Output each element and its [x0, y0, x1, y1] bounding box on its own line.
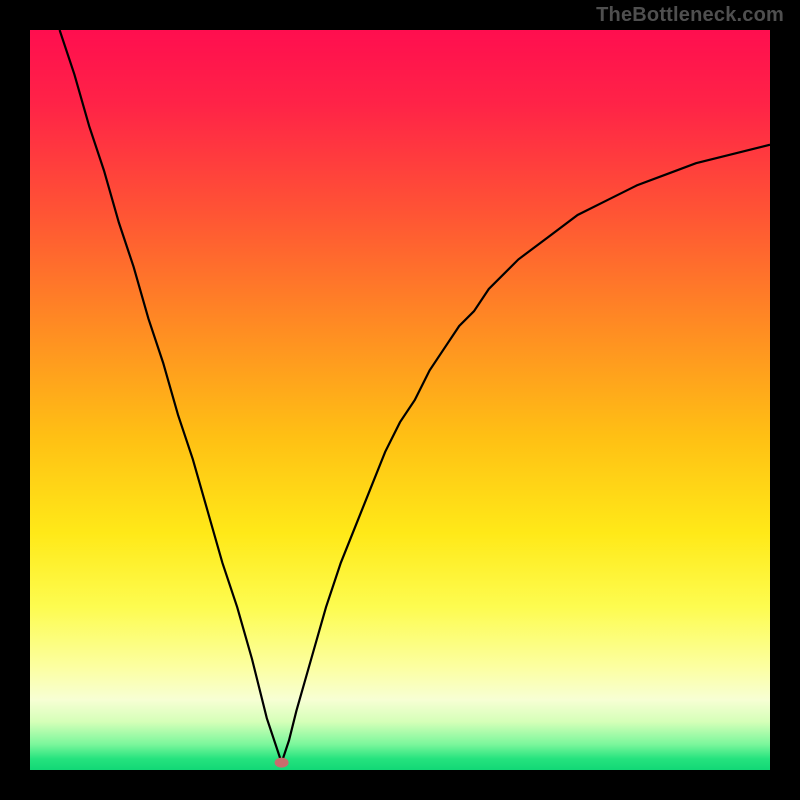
minimum-marker: [275, 758, 289, 768]
watermark-text: TheBottleneck.com: [596, 4, 784, 27]
chart-frame: TheBottleneck.com: [0, 0, 800, 800]
chart-svg: [30, 30, 770, 770]
gradient-background: [30, 30, 770, 770]
plot-area: [30, 30, 770, 770]
